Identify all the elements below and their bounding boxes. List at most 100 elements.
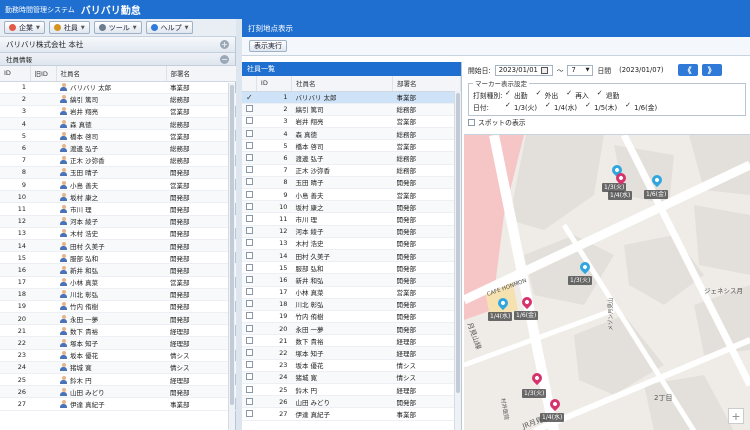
row-select[interactable] [242, 139, 257, 153]
section-header[interactable]: 社員情報 − [0, 53, 235, 66]
table-row[interactable]: 4森 真徳 総務部 [242, 127, 461, 141]
row-checkbox[interactable] [246, 397, 253, 405]
checkbox-checked[interactable] [597, 89, 604, 98]
checkbox-checked[interactable] [585, 101, 592, 110]
spot-toggle[interactable]: スポットの表示 [464, 116, 750, 128]
date-option[interactable]: 1/4(水) [545, 101, 577, 112]
table-row[interactable]: 9 小島 善夫 営業部 [0, 178, 236, 192]
row-checkbox-checked[interactable]: ✓ [246, 93, 253, 102]
row-checkbox[interactable] [246, 166, 253, 174]
row-select[interactable] [242, 261, 257, 275]
row-checkbox[interactable] [246, 154, 253, 162]
row-checkbox[interactable] [246, 409, 253, 417]
row-checkbox[interactable] [246, 105, 253, 113]
row-checkbox[interactable] [246, 300, 253, 308]
row-select[interactable] [242, 249, 257, 263]
table-row[interactable]: 15 服部 弘和 開発部 [0, 251, 236, 265]
date-option[interactable]: 1/6(金) [625, 101, 657, 112]
table-row[interactable]: 14 田村 久美子 開発部 [242, 249, 461, 263]
company-menu-button[interactable]: 企業 ▼ [4, 21, 45, 34]
col-id[interactable]: ID [0, 66, 31, 82]
row-select[interactable] [242, 273, 257, 287]
table-row[interactable]: 20 永田 一夢 開発部 [242, 322, 461, 336]
table-row[interactable]: 26 山田 みどり 開発部 [242, 395, 461, 409]
checkbox-checked[interactable] [545, 101, 552, 110]
row-checkbox[interactable] [246, 263, 253, 271]
table-row[interactable]: 22 塚本 知子 経理部 [242, 346, 461, 360]
table-row[interactable]: 14 田村 久美子 開発部 [0, 239, 236, 253]
table-row[interactable]: 19 竹内 侑樹 開発部 [242, 310, 461, 324]
help-menu-button[interactable]: ヘルプ ▼ [145, 21, 194, 34]
row-select[interactable] [242, 225, 257, 238]
row-checkbox[interactable] [246, 227, 253, 235]
row-select[interactable] [242, 127, 257, 141]
row-checkbox[interactable] [246, 239, 253, 247]
row-checkbox[interactable] [246, 214, 253, 222]
map-marker-label[interactable]: 1/4(水) [488, 312, 513, 321]
days-select[interactable]: 7 ▼ [567, 64, 594, 76]
spot-checkbox[interactable] [468, 118, 475, 126]
table-row[interactable]: 12 河本 綾子 開発部 [0, 215, 236, 228]
checkbox-checked[interactable] [505, 89, 512, 98]
right-scrollbar-thumb[interactable] [456, 93, 460, 393]
right-scrollbar[interactable] [454, 91, 461, 430]
checkbox-checked[interactable] [505, 101, 512, 110]
row-select[interactable] [242, 322, 257, 336]
col-name[interactable]: 社員名 [291, 76, 393, 92]
table-row[interactable]: 27 伊達 真紀子 事業部 [242, 407, 461, 421]
table-row[interactable]: 3 岩井 翔亮 営業部 [242, 115, 461, 129]
map-marker-label[interactable]: 1/3(火) [522, 389, 547, 398]
table-row[interactable]: 17 小林 真菜 営業部 [0, 276, 236, 289]
row-select[interactable] [242, 237, 257, 250]
checkbox-checked[interactable] [625, 101, 632, 110]
map-view[interactable]: CAFE HONMON ジェネシス月 2丁目 月見山線 メゾン月見山 JR月見山… [464, 134, 750, 430]
row-select[interactable] [242, 298, 257, 311]
col-name[interactable]: 社員名 [56, 66, 167, 82]
row-select[interactable] [242, 359, 257, 372]
table-row[interactable]: 22 塚本 知子 経理部 [0, 336, 236, 350]
row-checkbox[interactable] [246, 178, 253, 186]
type-option-reentry[interactable]: 再入 [566, 89, 589, 100]
company-header[interactable]: バリバリ株式会社 本社 + [0, 37, 235, 53]
type-option-clock-out[interactable]: 退勤 [597, 89, 620, 100]
row-select[interactable] [242, 334, 257, 348]
date-option[interactable]: 1/3(火) [505, 101, 537, 112]
left-scrollbar[interactable] [228, 83, 235, 430]
col-id[interactable]: ID [256, 76, 292, 92]
table-row[interactable]: 19 竹内 侑樹 開発部 [0, 300, 236, 314]
table-row[interactable]: 18 川北 彰弘 開発部 [242, 298, 461, 311]
start-date-input[interactable]: 2023/01/01 [494, 64, 553, 76]
table-row[interactable]: 5 橋本 啓司 営業部 [242, 139, 461, 153]
table-row[interactable]: 24 猪城 寛情シス [0, 361, 236, 375]
row-checkbox[interactable] [246, 385, 253, 393]
map-marker-label[interactable]: 1/6(金) [644, 190, 669, 199]
row-select[interactable] [242, 151, 257, 165]
row-checkbox[interactable] [246, 312, 253, 320]
table-row[interactable]: 5 橋本 啓司 営業部 [0, 129, 236, 143]
table-row[interactable]: 7 正木 沙弥香 総務部 [0, 154, 236, 167]
row-select[interactable] [242, 200, 257, 214]
map-marker-pin[interactable] [577, 259, 593, 276]
row-select[interactable] [242, 188, 257, 202]
checkbox-checked[interactable] [536, 89, 543, 98]
table-row[interactable]: 7 正木 沙弥香 総務部 [242, 164, 461, 177]
table-row[interactable]: 16 新井 和弘 開発部 [242, 273, 461, 287]
map-marker-pin[interactable] [495, 295, 511, 312]
calendar-icon[interactable] [540, 66, 548, 74]
table-row[interactable]: 17 小林 真菜 営業部 [242, 286, 461, 299]
row-select[interactable] [242, 176, 257, 190]
type-option-clock-in[interactable]: 出勤 [505, 89, 528, 100]
map-marker-pin[interactable] [649, 172, 665, 189]
table-row[interactable]: 15 服部 弘和 開発部 [242, 261, 461, 275]
employee-menu-button[interactable]: 社員 ▼ [48, 21, 90, 34]
map-marker-pin[interactable] [519, 294, 535, 311]
row-checkbox[interactable] [246, 373, 253, 381]
row-checkbox[interactable] [246, 129, 253, 137]
table-row[interactable]: 23 坂本 優花 情シス [242, 359, 461, 372]
row-checkbox[interactable] [246, 361, 253, 369]
row-checkbox[interactable] [246, 117, 253, 125]
table-row[interactable]: 23 坂本 優花 情シス [0, 349, 236, 362]
table-row[interactable]: 16 新井 和弘 開発部 [0, 263, 236, 277]
table-row[interactable]: 13 木村 浩史 開発部 [242, 237, 461, 250]
table-row[interactable]: 24 猪城 寛情シス [242, 371, 461, 385]
